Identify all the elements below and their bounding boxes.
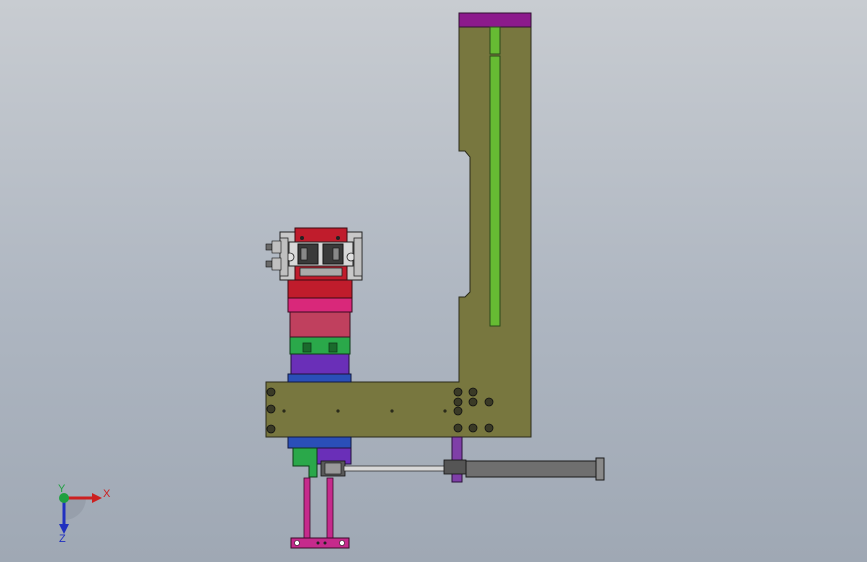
block-violet[interactable] [290, 353, 350, 375]
bolt-hole [453, 387, 463, 397]
plate-hole [323, 541, 327, 545]
x-axis-arrowhead [92, 493, 102, 503]
air-cylinder[interactable] [465, 460, 600, 478]
bolt-hole [484, 423, 494, 433]
block-rose[interactable] [289, 311, 351, 338]
bolt-hole [468, 387, 478, 397]
guide-rod-left[interactable] [303, 477, 311, 539]
gripper-side-clamp-right [353, 237, 363, 277]
assembly-drawing[interactable]: X Y Z [0, 0, 867, 562]
bolt-hole [453, 423, 463, 433]
bolt-hole [484, 397, 494, 407]
small-hole [390, 409, 394, 413]
top-cap[interactable] [458, 12, 532, 28]
bolt-hole [468, 423, 478, 433]
y-axis-label: Y [58, 483, 66, 495]
block-red-base[interactable] [287, 277, 353, 299]
pneumatic-fittings[interactable] [265, 240, 282, 271]
bolt-hole [266, 424, 276, 434]
bolt-hole [453, 406, 463, 416]
block-green-bracket[interactable] [289, 336, 351, 355]
gripper-screw [300, 236, 304, 240]
gripper-unit[interactable] [279, 227, 363, 281]
bolt-hole [266, 387, 276, 397]
cad-viewport[interactable]: X Y Z [0, 0, 867, 562]
vertical-rail[interactable] [489, 55, 501, 327]
lower-green-bracket[interactable] [292, 447, 318, 478]
plate-hole [339, 540, 345, 546]
bolt-hole [453, 397, 463, 407]
gripper-lower-bar [299, 267, 343, 277]
rail-top-segment[interactable] [489, 26, 501, 55]
piston-rod[interactable] [343, 465, 455, 472]
block-magenta-thin[interactable] [287, 297, 353, 313]
block-blue-upper[interactable] [287, 373, 352, 383]
cylinder-bracket[interactable] [451, 436, 463, 483]
plate-hole [294, 540, 300, 546]
z-axis-label: Z [59, 533, 66, 545]
cylinder-nut[interactable] [443, 459, 467, 475]
block-blue-lower[interactable] [287, 436, 352, 449]
gripper-screw [336, 236, 340, 240]
coordinate-triad: X Y Z [58, 483, 111, 545]
bolt-hole [266, 404, 276, 414]
small-hole [443, 409, 447, 413]
small-hole [336, 409, 340, 413]
cylinder-end-cap[interactable] [595, 457, 605, 481]
x-axis-label: X [103, 488, 111, 500]
guide-rod-right[interactable] [326, 477, 334, 539]
small-hole [282, 409, 286, 413]
plate-hole [316, 541, 320, 545]
bolt-hole [468, 397, 478, 407]
